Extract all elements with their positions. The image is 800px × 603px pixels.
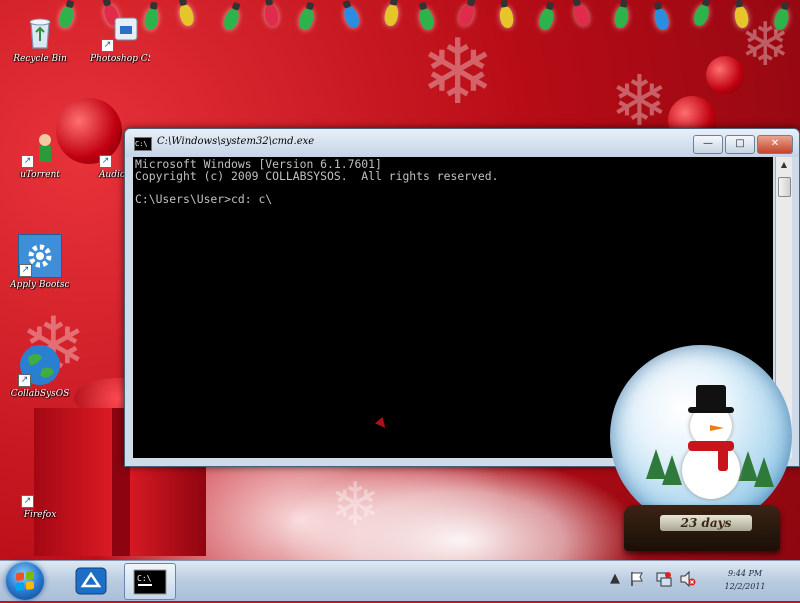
- shortcut-arrow-icon: ↗: [99, 155, 112, 168]
- cmd-icon-prompt: C:\: [137, 574, 152, 583]
- taskbar-app-launcher[interactable]: [66, 563, 116, 600]
- network-icon-graphic: [656, 572, 672, 587]
- volume-icon[interactable]: [680, 570, 696, 591]
- light-bulb: [221, 6, 242, 32]
- taskbar-cmd[interactable]: C:\: [124, 563, 176, 600]
- action-center-icon[interactable]: [630, 571, 644, 591]
- light-bulb: [177, 2, 196, 28]
- mouse-cursor-icon: [374, 416, 390, 432]
- photoshop-icon: ↗: [101, 14, 139, 52]
- light-bulb: [341, 4, 362, 30]
- ornament-decoration: [706, 56, 744, 94]
- shortcut-arrow-icon: ↗: [21, 495, 34, 508]
- firefox-icon: ↗: [21, 470, 59, 508]
- light-bulb: [498, 5, 515, 29]
- scroll-up-arrow-icon[interactable]: ▲: [776, 157, 792, 173]
- app-launcher-icon: [75, 567, 107, 595]
- tree-decoration: [754, 457, 774, 487]
- light-bulb: [456, 2, 477, 28]
- snowman-scarf-tail: [718, 445, 728, 471]
- desktop-icon-label: Apply Bootscreen: [10, 280, 70, 290]
- countdown-gadget[interactable]: 23 days: [610, 345, 794, 555]
- light-bulb: [383, 3, 400, 27]
- recycle-bin-icon: [21, 14, 59, 52]
- cmd-icon: C:\: [134, 137, 152, 151]
- recycle-bin-icon-graphic: [29, 18, 51, 49]
- light-bulb: [691, 2, 712, 28]
- shortcut-arrow-icon: ↗: [101, 39, 114, 52]
- maximize-button[interactable]: □: [725, 135, 755, 154]
- settings-gear-icon: ↗: [18, 234, 62, 278]
- light-bulb: [571, 2, 592, 28]
- globe-base: 23 days: [624, 505, 780, 551]
- cmd-icon: C:\: [133, 569, 167, 595]
- light-bulb: [263, 3, 280, 27]
- shortcut-arrow-icon: ↗: [18, 374, 31, 387]
- light-bulb: [613, 5, 630, 29]
- desktop-icon-apply-bootscreen[interactable]: ↗ Apply Bootscreen: [10, 234, 70, 290]
- desktop-icon-label: CollabSysOS: [10, 389, 70, 399]
- light-bulb: [297, 6, 316, 32]
- action-center-flag-icon: [631, 572, 643, 586]
- light-bulb: [772, 6, 791, 32]
- show-hidden-icons[interactable]: ▲: [610, 571, 620, 586]
- snowman-hat: [696, 385, 726, 411]
- light-bulb: [733, 5, 750, 29]
- network-icon[interactable]: [656, 571, 672, 591]
- window-title: C:\Windows\system32\cmd.exe: [157, 136, 315, 147]
- console-prompt: C:\Users\User>cd: c\: [135, 192, 273, 206]
- console-line: Copyright (c) 2009 COLLABSYSOS. All righ…: [135, 169, 499, 183]
- desktop-icon-label: Recycle Bin: [13, 54, 67, 64]
- desktop-icon-label: Photoshop CS5: [90, 54, 150, 64]
- shortcut-arrow-icon: ↗: [19, 264, 32, 277]
- clock-time: 9:44 PM: [727, 569, 763, 578]
- desktop-icon-collabsysos[interactable]: ↗ CollabSysOS: [10, 343, 70, 399]
- minimize-button[interactable]: —: [693, 135, 723, 154]
- desktop-icon-firefox[interactable]: ↗ Firefox: [10, 470, 70, 520]
- shortcut-arrow-icon: ↗: [21, 155, 34, 168]
- light-bulb: [537, 6, 556, 32]
- start-button[interactable]: [6, 562, 44, 600]
- desktop-icon-photoshop[interactable]: ↗ Photoshop CS5: [90, 14, 150, 64]
- close-button[interactable]: ✕: [757, 135, 793, 154]
- countdown-value: 23: [680, 516, 698, 530]
- desktop-icon-label: Firefox: [23, 510, 57, 520]
- globe-icon: ↗: [18, 343, 62, 387]
- desktop-icon-utorrent[interactable]: ↗ uTorrent: [10, 130, 70, 180]
- snowflake-decoration: ❄: [330, 470, 381, 540]
- light-bulb: [652, 6, 671, 32]
- tree-decoration: [662, 455, 682, 485]
- taskbar: C:\ ▲ 9:44 PM 12/2/2011: [0, 560, 800, 601]
- system-clock[interactable]: 9:44 PM 12/2/2011: [710, 567, 780, 593]
- snow-globe: [610, 345, 792, 527]
- volume-muted-icon: [680, 570, 696, 588]
- utorrent-icon: ↗: [21, 130, 59, 168]
- snowman-nose: [710, 425, 724, 431]
- light-bulb: [417, 6, 436, 32]
- windows-logo-icon: [16, 571, 34, 591]
- window-titlebar[interactable]: C:\ C:\Windows\system32\cmd.exe — □ ✕: [125, 129, 799, 157]
- countdown-unit: days: [701, 516, 732, 530]
- clock-date: 12/2/2011: [724, 582, 766, 591]
- desktop-icon-recycle-bin[interactable]: Recycle Bin: [10, 14, 70, 64]
- countdown-plate: 23 days: [660, 515, 752, 531]
- desktop-icon-label: uTorrent: [20, 170, 60, 180]
- chevron-up-icon[interactable]: ▲: [610, 571, 620, 586]
- scroll-thumb[interactable]: [778, 177, 791, 197]
